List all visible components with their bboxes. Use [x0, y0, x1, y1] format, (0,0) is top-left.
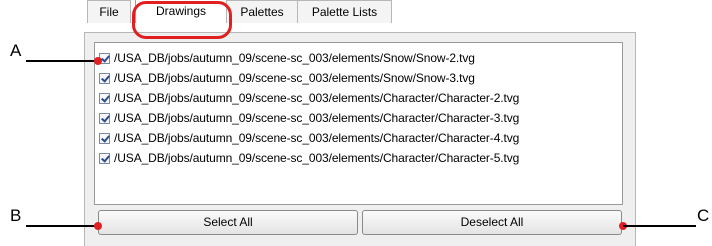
drawing-path: /USA_DB/jobs/autumn_09/scene-sc_003/elem… [114, 71, 475, 85]
drawing-path: /USA_DB/jobs/autumn_09/scene-sc_003/elem… [114, 91, 520, 105]
select-all-button[interactable]: Select All [98, 210, 358, 235]
callout-a-label: A [10, 41, 22, 60]
list-item[interactable]: /USA_DB/jobs/autumn_09/scene-sc_003/elem… [99, 48, 475, 68]
callout-b-line [26, 225, 98, 227]
list-item[interactable]: /USA_DB/jobs/autumn_09/scene-sc_003/elem… [99, 88, 519, 108]
drawing-path: /USA_DB/jobs/autumn_09/scene-sc_003/elem… [114, 131, 520, 145]
drawing-path: /USA_DB/jobs/autumn_09/scene-sc_003/elem… [114, 111, 520, 125]
callout-b-label: B [10, 206, 22, 225]
list-item[interactable]: /USA_DB/jobs/autumn_09/scene-sc_003/elem… [99, 108, 519, 128]
callout-c-label: C [697, 206, 710, 225]
drawings-list[interactable]: /USA_DB/jobs/autumn_09/scene-sc_003/elem… [94, 42, 623, 205]
callout-b-dot [94, 222, 102, 230]
drawing-checkbox[interactable] [99, 132, 110, 144]
list-item[interactable]: /USA_DB/jobs/autumn_09/scene-sc_003/elem… [99, 128, 519, 148]
drawing-checkbox[interactable] [99, 152, 110, 164]
callout-a-dot [94, 57, 102, 65]
list-item[interactable]: /USA_DB/jobs/autumn_09/scene-sc_003/elem… [99, 68, 475, 88]
drawing-checkbox[interactable] [99, 112, 110, 124]
callout-c-line [623, 225, 696, 227]
drawing-checkbox[interactable] [99, 72, 110, 84]
drawing-path: /USA_DB/jobs/autumn_09/scene-sc_003/elem… [114, 151, 520, 165]
list-item[interactable]: /USA_DB/jobs/autumn_09/scene-sc_003/elem… [99, 148, 519, 168]
tab-palettes[interactable]: Palettes [226, 0, 298, 23]
deselect-all-button[interactable]: Deselect All [362, 210, 622, 235]
tab-drawings[interactable]: Drawings [135, 0, 227, 23]
tab-file[interactable]: File [87, 0, 131, 23]
tab-palette-lists[interactable]: Palette Lists [297, 0, 392, 23]
callout-a-line [26, 60, 98, 62]
drawing-checkbox[interactable] [99, 92, 110, 104]
drawing-path: /USA_DB/jobs/autumn_09/scene-sc_003/elem… [114, 51, 475, 65]
